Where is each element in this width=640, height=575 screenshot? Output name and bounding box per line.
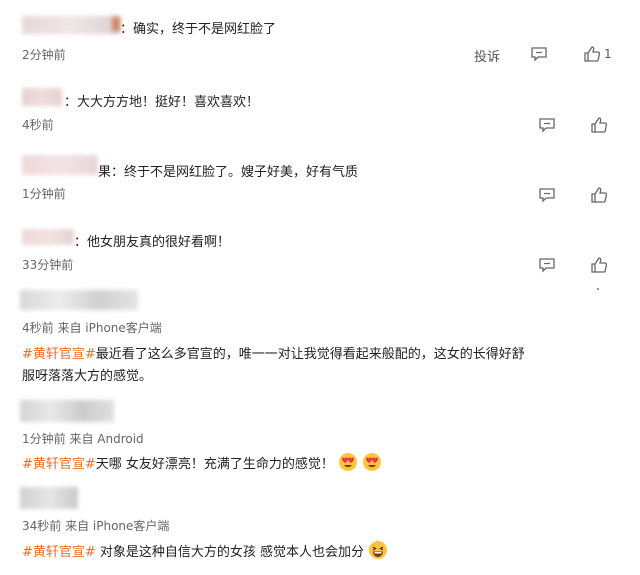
reply-time: 4秒前 [22,118,54,132]
blurred-username [112,17,120,31]
like-icon[interactable] [590,186,608,204]
comment-meta: 1分钟前 来自 Android [22,432,144,446]
like-icon[interactable] [590,256,608,274]
heart-eyes-emoji [339,453,358,471]
reply-time: 1分钟前 [22,187,66,201]
blurred-username [22,16,120,34]
reply-text: ：确实，终于不是网红脸了 [120,22,277,37]
blurred-username [22,155,98,175]
comment-icon[interactable] [538,187,556,203]
blurred-username [20,400,114,422]
blurred-username [20,487,78,509]
reply-time: 2分钟前 [22,48,66,62]
blurred-username [20,290,138,310]
comment-icon[interactable] [538,117,556,133]
reply-text: 果：终于不是网红脸了。嫂子好美，好有气质 [98,165,359,180]
topic-tag[interactable]: #黄轩官宣# [22,545,96,560]
comment-text: 服呀落落大方的感觉。 [22,369,153,384]
like-icon[interactable] [590,116,608,134]
reply-time: 33分钟前 [22,258,74,272]
topic-tag[interactable]: #黄轩官宣# [22,457,96,472]
heart-eyes-emoji [363,453,382,471]
comment-icon[interactable] [538,257,556,273]
blurred-username [22,229,74,245]
topic-tag[interactable]: #黄轩官宣# [22,347,96,362]
reply-text: ：他女朋友真的很好看啊！ [74,235,231,250]
comment-meta: 4秒前 来自 iPhone客户端 [22,321,162,335]
comment-text: 最近看了这么多官宣的，唯一一对让我觉得看起来般配的，这女的长得好舒 [95,347,525,362]
grinning-emoji [369,541,388,559]
comment-icon[interactable] [530,46,548,62]
reply-text: ：大大方方地！挺好！喜欢喜欢！ [64,95,260,110]
report-button[interactable]: 投诉 [474,46,500,65]
like-icon[interactable] [583,45,601,63]
comment-text: 对象是这种自信大方的女孩 感觉本人也会加分 [95,545,365,560]
blurred-username [22,88,62,106]
comment-meta: 34秒前 来自 iPhone客户端 [22,519,170,533]
divider-dot [597,288,599,290]
comment-text: 天哪 女友好漂亮！充满了生命力的感觉！ [95,457,334,472]
like-count: 1 [604,47,612,61]
